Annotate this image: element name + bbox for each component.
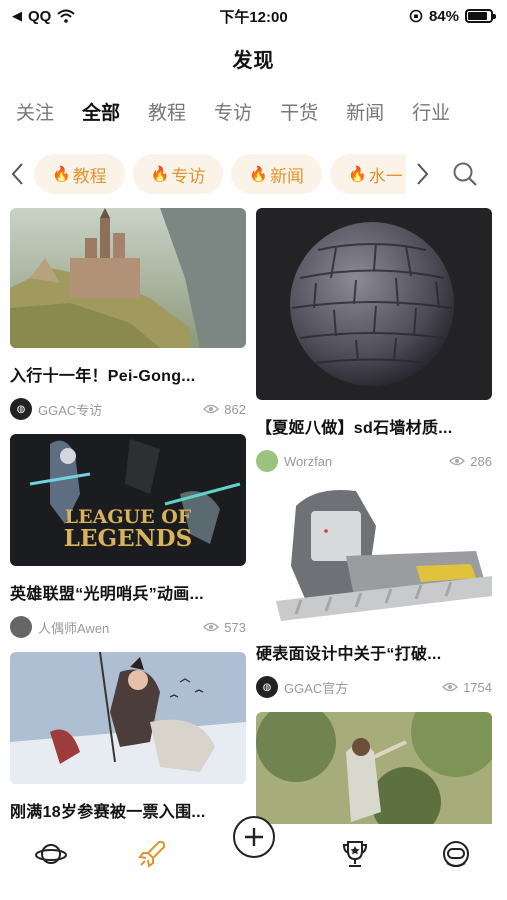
chip-label: 专访 xyxy=(171,166,206,186)
author-name: GGAC官方 xyxy=(284,680,349,696)
flame-icon: 🔥 xyxy=(52,166,71,183)
feed-card[interactable]: 【夏姬八做】sd石墙材质... Worzfan 286 xyxy=(256,208,492,472)
add-icon xyxy=(245,828,263,846)
card-author[interactable]: Worzfan xyxy=(256,450,332,472)
chip-news[interactable]: 🔥 新闻 xyxy=(231,154,323,194)
card-meta: Worzfan 286 xyxy=(256,450,492,472)
feed-column-left: 入行十一年！Pei-Gong... ◍ GGAC专访 862 LEAGUE OF… xyxy=(10,208,246,836)
eye-icon xyxy=(203,404,220,414)
wifi-icon xyxy=(57,9,76,23)
views-value: 573 xyxy=(224,619,246,635)
flame-icon: 🔥 xyxy=(348,166,367,183)
status-right: 84% xyxy=(409,7,496,25)
card-title: 【夏姬八做】sd石墙材质... xyxy=(256,420,453,437)
views-value: 862 xyxy=(224,401,246,417)
card-thumbnail xyxy=(256,208,492,400)
card-meta: 人偶师Awen 573 xyxy=(10,616,246,638)
eye-icon xyxy=(442,682,458,692)
card-meta: ◍ GGAC专访 862 xyxy=(10,398,246,420)
feed-card[interactable]: LEAGUE OF LEGENDS 英雄联盟“光明哨兵”动画... 人偶师Awe… xyxy=(10,434,246,638)
feed-card[interactable]: 刚满18岁参赛被一票入围... xyxy=(10,652,246,822)
planet-icon xyxy=(34,844,67,864)
logo-text: LEAGUE OF LEGENDS xyxy=(58,508,198,552)
status-bar: ◀ QQ 下午12:00 84% xyxy=(0,0,507,32)
add-post-button[interactable] xyxy=(233,816,275,858)
views-value: 286 xyxy=(470,453,492,469)
view-count: 862 xyxy=(203,402,246,417)
chip-tutorial[interactable]: 🔥 教程 xyxy=(34,154,125,194)
chevron-right-icon[interactable] xyxy=(406,150,440,198)
card-title: 硬表面设计中关于“打破... xyxy=(256,646,442,663)
nav-trophy[interactable] xyxy=(335,834,375,874)
battery-percent: 84% xyxy=(428,7,459,25)
avatar: ◍ xyxy=(10,398,32,420)
feed-column-right: 【夏姬八做】sd石墙材质... Worzfan 286 硬表面设计中关于“打破.… xyxy=(256,208,492,844)
eye-icon xyxy=(203,622,220,632)
status-left: ◀ QQ xyxy=(12,7,76,25)
tab-resources[interactable]: 干货 xyxy=(280,98,318,132)
card-thumbnail xyxy=(10,208,246,348)
card-title: 英雄联盟“光明哨兵”动画... xyxy=(10,586,204,603)
back-arrow-icon: ◀ xyxy=(12,8,22,23)
flame-icon: 🔥 xyxy=(249,166,269,183)
tab-industry[interactable]: 行业 xyxy=(412,98,450,132)
view-count: 1754 xyxy=(442,680,492,695)
chip-label: 水一 xyxy=(368,166,403,186)
tab-news[interactable]: 新闻 xyxy=(346,98,384,132)
astronaut-icon xyxy=(443,841,470,867)
carrier-label: QQ xyxy=(28,7,52,25)
feed-card[interactable]: 入行十一年！Pei-Gong... ◍ GGAC专访 862 xyxy=(10,208,246,420)
nav-profile[interactable] xyxy=(436,834,476,874)
eye-icon xyxy=(449,456,466,466)
card-author[interactable]: ◍ GGAC官方 xyxy=(256,676,348,698)
author-name: GGAC专访 xyxy=(38,402,103,418)
feed-card[interactable]: 硬表面设计中关于“打破... ◍ GGAC官方 1754 xyxy=(256,486,492,698)
views-value: 1754 xyxy=(463,679,492,695)
trophy-icon xyxy=(342,841,367,867)
view-count: 286 xyxy=(449,454,492,469)
card-author[interactable]: 人偶师Awen xyxy=(10,616,109,638)
view-count: 573 xyxy=(203,620,246,635)
chip-interview[interactable]: 🔥 专访 xyxy=(132,154,224,194)
card-author[interactable]: ◍ GGAC专访 xyxy=(10,398,102,420)
card-thumbnail xyxy=(256,712,492,830)
avatar: ◍ xyxy=(256,676,278,698)
logo-line-2: LEGENDS xyxy=(63,525,193,552)
tab-interview[interactable]: 专访 xyxy=(214,98,252,132)
author-name: Worzfan xyxy=(284,453,333,469)
battery-icon xyxy=(465,9,496,23)
card-thumbnail xyxy=(10,652,246,784)
avatar xyxy=(256,450,278,472)
tag-chips: 🔥 教程 🔥 专访 🔥 新闻 🔥 水一 xyxy=(34,154,406,194)
nav-discover-planet[interactable] xyxy=(31,834,71,874)
search-button[interactable] xyxy=(440,150,490,198)
search-icon xyxy=(453,162,477,186)
tab-follow[interactable]: 关注 xyxy=(16,98,54,132)
chevron-left-icon[interactable] xyxy=(0,150,34,198)
card-thumbnail xyxy=(256,486,492,626)
tag-chip-row: 🔥 教程 🔥 专访 🔥 新闻 🔥 水一 xyxy=(0,150,507,198)
author-name: 人偶师Awen xyxy=(38,620,110,636)
chip-water[interactable]: 🔥 水一 xyxy=(330,154,406,194)
rocket-icon xyxy=(138,840,166,868)
clock: 下午12:00 xyxy=(219,8,288,26)
card-title: 刚满18岁参赛被一票入围... xyxy=(10,804,206,821)
card-title: 入行十一年！Pei-Gong... xyxy=(10,368,196,385)
tab-tutorial[interactable]: 教程 xyxy=(148,98,186,132)
chip-label: 教程 xyxy=(72,166,107,186)
nav-rocket[interactable] xyxy=(132,834,172,874)
card-meta: ◍ GGAC官方 1754 xyxy=(256,676,492,698)
chip-label: 新闻 xyxy=(270,166,305,186)
feed-card[interactable] xyxy=(256,712,492,830)
page-title: 发现 xyxy=(232,50,275,72)
category-tabs: 关注 全部 教程 专访 干货 新闻 行业 xyxy=(16,98,496,132)
orientation-lock-icon xyxy=(409,9,423,23)
flame-icon: 🔥 xyxy=(150,166,170,183)
tab-all[interactable]: 全部 xyxy=(82,98,120,132)
avatar xyxy=(10,616,32,638)
card-thumbnail: LEAGUE OF LEGENDS xyxy=(10,434,246,566)
